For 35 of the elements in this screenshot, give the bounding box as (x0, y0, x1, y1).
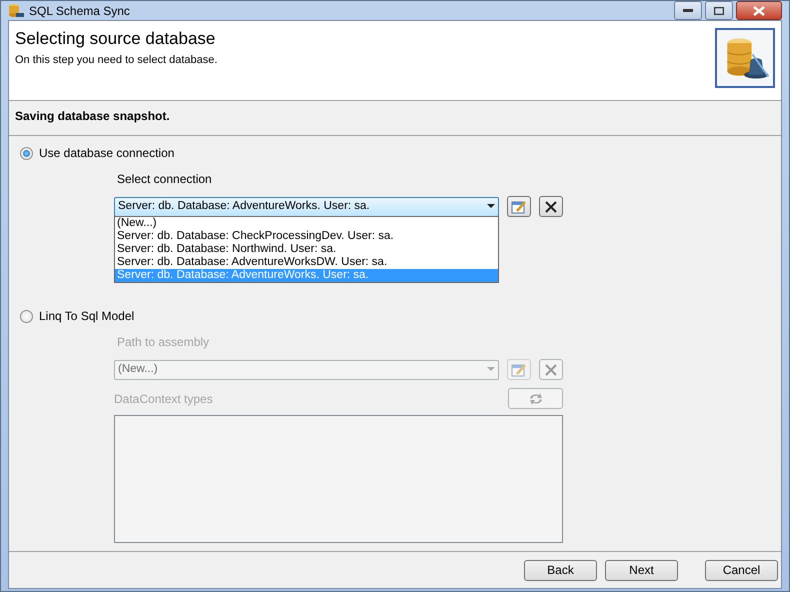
delete-button[interactable] (539, 196, 563, 217)
database-icon (715, 28, 775, 88)
refresh-button[interactable] (508, 388, 563, 409)
app-icon (8, 2, 24, 18)
radio-button[interactable] (20, 146, 33, 160)
field-label: Path to assembly (117, 334, 210, 351)
close-button[interactable] (736, 1, 782, 20)
edit-button[interactable] (507, 196, 531, 217)
refresh-icon (528, 392, 544, 406)
page-title: Selecting source database (15, 28, 216, 50)
minimize-icon (683, 8, 693, 12)
dropdown-option[interactable]: (New...) (115, 217, 498, 230)
field-label: Select connection (117, 171, 213, 188)
maximize-button[interactable] (705, 1, 733, 20)
edit-icon (511, 200, 527, 214)
dropdown-option[interactable]: Server: db. Database: CheckProcessingDev. User: sa. (115, 230, 498, 243)
delete-icon (544, 200, 558, 214)
field-label: DataContext types (114, 390, 213, 408)
minimize-button[interactable] (674, 1, 702, 20)
window-title: SQL Schema Sync (29, 2, 130, 20)
maximize-icon (714, 6, 724, 14)
page-subtitle: On this step you need to select database. (15, 53, 218, 68)
edit-icon (511, 362, 527, 376)
close-icon (753, 6, 765, 16)
dialog-button[interactable]: Cancel (705, 560, 778, 580)
types-list[interactable] (114, 415, 563, 543)
delete-icon (544, 362, 558, 376)
status-message: Saving database snapshot. (9, 101, 781, 136)
dialog-button[interactable]: Back (524, 560, 597, 580)
dropdown-option[interactable]: Server: db. Database: AdventureWorksDW. User: sa. (115, 256, 498, 269)
radio-label: Use database connection (39, 145, 174, 162)
radio-label: Linq To Sql Model (39, 308, 134, 325)
dropdown-option[interactable]: Server: db. Database: Northwind. User: sa. (115, 243, 498, 256)
dialog-button[interactable]: Next (605, 560, 678, 580)
combo-box[interactable]: Server: db. Database: AdventureWorks. User: sa. (114, 196, 499, 216)
